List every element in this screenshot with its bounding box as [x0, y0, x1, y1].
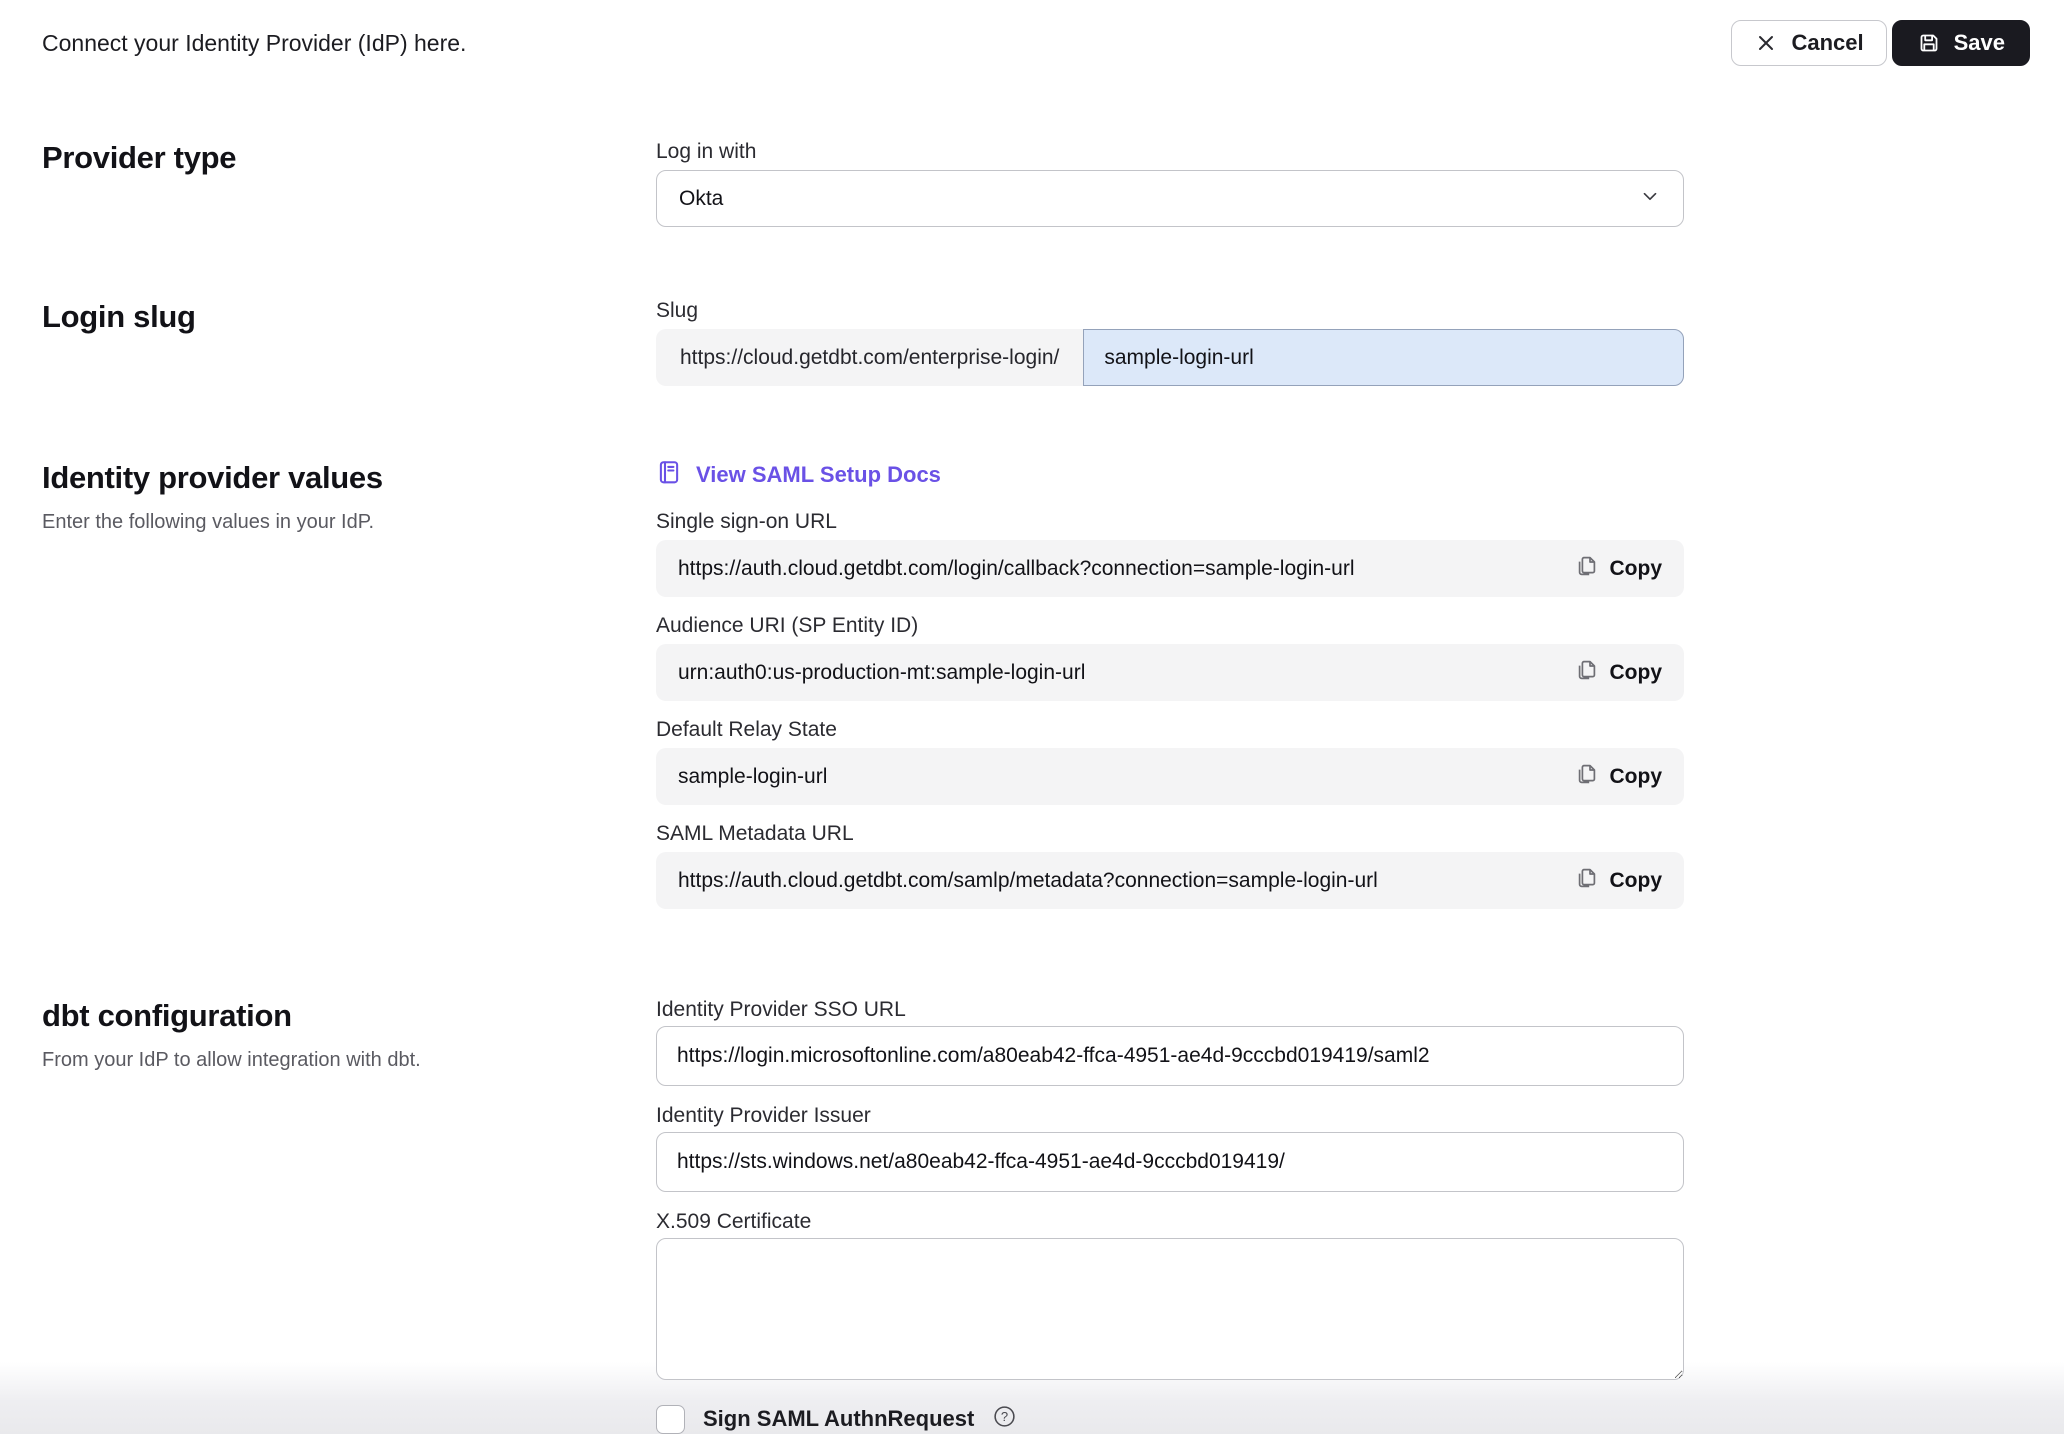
slug-label: Slug: [656, 299, 1684, 323]
audience-uri-label: Audience URI (SP Entity ID): [656, 614, 1684, 638]
idp-values-section: Identity provider values Enter the follo…: [42, 460, 2064, 926]
journal-icon: [656, 459, 682, 491]
copy-relay-state-button[interactable]: Copy: [1575, 762, 1663, 792]
provider-type-heading: Provider type: [42, 140, 616, 176]
login-slug-heading: Login slug: [42, 299, 616, 335]
relay-state-label: Default Relay State: [656, 718, 1684, 742]
saml-metadata-url-value: https://auth.cloud.getdbt.com/samlp/meta…: [678, 869, 1378, 893]
copy-audience-uri-button[interactable]: Copy: [1575, 658, 1663, 688]
cancel-button-label: Cancel: [1791, 30, 1863, 56]
login-with-label: Log in with: [656, 140, 1684, 164]
sign-authnrequest-checkbox[interactable]: [656, 1405, 685, 1434]
floppy-disk-icon: [1917, 31, 1941, 55]
sign-authnrequest-row: Sign SAML AuthnRequest ?: [656, 1404, 1684, 1434]
cancel-button[interactable]: Cancel: [1731, 20, 1886, 66]
saml-metadata-url-field: https://auth.cloud.getdbt.com/samlp/meta…: [656, 852, 1684, 909]
x509-certificate-label: X.509 Certificate: [656, 1210, 1684, 1234]
login-slug-section: Login slug Slug https://cloud.getdbt.com…: [42, 299, 2064, 386]
dbt-configuration-section: dbt configuration From your IdP to allow…: [42, 998, 2064, 1434]
dbt-configuration-subtext: From your IdP to allow integration with …: [42, 1047, 616, 1073]
copy-button-label: Copy: [1610, 765, 1663, 789]
sso-url-readonly-field: https://auth.cloud.getdbt.com/login/call…: [656, 540, 1684, 597]
save-button[interactable]: Save: [1892, 20, 2030, 66]
sso-settings-form: Provider type Log in with Okta Login slu…: [0, 140, 2064, 1434]
idp-issuer-input[interactable]: [656, 1132, 1684, 1192]
x-icon: [1754, 31, 1778, 55]
svg-text:?: ?: [1001, 1409, 1008, 1424]
saml-docs-link[interactable]: View SAML Setup Docs: [656, 460, 941, 490]
slug-input[interactable]: [1083, 329, 1684, 386]
dbt-configuration-heading: dbt configuration: [42, 998, 616, 1034]
sso-url-readonly-value: https://auth.cloud.getdbt.com/login/call…: [678, 557, 1354, 581]
saml-metadata-url-label: SAML Metadata URL: [656, 822, 1684, 846]
provider-type-section: Provider type Log in with Okta: [42, 140, 2064, 227]
slug-input-group: https://cloud.getdbt.com/enterprise-logi…: [656, 329, 1684, 386]
copy-button-label: Copy: [1610, 557, 1663, 581]
copy-icon: [1575, 554, 1599, 584]
copy-icon: [1575, 658, 1599, 688]
question-mark-circle-icon[interactable]: ?: [992, 1404, 1017, 1434]
top-bar: Connect your Identity Provider (IdP) her…: [0, 0, 2064, 66]
copy-sso-url-button[interactable]: Copy: [1575, 554, 1663, 584]
provider-select-value: Okta: [679, 187, 723, 211]
provider-select[interactable]: Okta: [656, 170, 1684, 227]
top-actions: Cancel Save: [1731, 20, 2030, 66]
idp-sso-url-label: Identity Provider SSO URL: [656, 998, 1684, 1022]
save-button-label: Save: [1954, 30, 2005, 56]
page-description: Connect your Identity Provider (IdP) her…: [42, 30, 466, 57]
idp-issuer-label: Identity Provider Issuer: [656, 1104, 1684, 1128]
audience-uri-value: urn:auth0:us-production-mt:sample-login-…: [678, 661, 1085, 685]
idp-sso-url-input[interactable]: [656, 1026, 1684, 1086]
audience-uri-field: urn:auth0:us-production-mt:sample-login-…: [656, 644, 1684, 701]
copy-icon: [1575, 866, 1599, 896]
copy-metadata-url-button[interactable]: Copy: [1575, 866, 1663, 896]
chevron-down-icon: [1639, 185, 1661, 213]
idp-values-subtext: Enter the following values in your IdP.: [42, 509, 616, 535]
copy-button-label: Copy: [1610, 661, 1663, 685]
saml-docs-link-label: View SAML Setup Docs: [696, 462, 941, 488]
copy-button-label: Copy: [1610, 869, 1663, 893]
slug-url-prefix: https://cloud.getdbt.com/enterprise-logi…: [656, 329, 1083, 386]
idp-values-heading: Identity provider values: [42, 460, 616, 496]
copy-icon: [1575, 762, 1599, 792]
relay-state-field: sample-login-url Copy: [656, 748, 1684, 805]
sign-authnrequest-label: Sign SAML AuthnRequest: [703, 1406, 974, 1432]
x509-certificate-textarea[interactable]: [656, 1238, 1684, 1380]
relay-state-value: sample-login-url: [678, 765, 827, 789]
sso-url-readonly-label: Single sign-on URL: [656, 510, 1684, 534]
